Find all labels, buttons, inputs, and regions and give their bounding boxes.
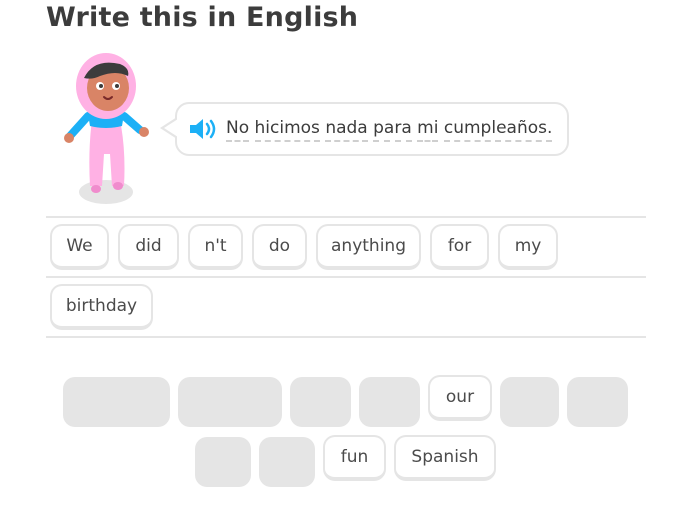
used-tile-slot xyxy=(359,377,420,427)
used-tile-slot xyxy=(178,377,282,427)
speaker-icon[interactable] xyxy=(188,117,218,141)
answer-line xyxy=(46,216,646,218)
prompt-word[interactable]: No xyxy=(226,118,250,142)
answer-area: We did n't do anything for my birthday xyxy=(46,216,646,338)
used-tile-slot xyxy=(195,437,251,487)
word-bank-tile[interactable]: fun xyxy=(323,435,386,481)
answer-line xyxy=(46,336,646,338)
answer-tile[interactable]: my xyxy=(498,224,558,270)
used-tile-slot xyxy=(63,377,170,427)
bubble-tail-inner xyxy=(164,119,178,137)
word-bank-tile[interactable]: Spanish xyxy=(394,435,496,481)
prompt-sentence: No hicimos nada para mi cumpleaños. xyxy=(226,118,553,142)
used-tile-slot xyxy=(500,377,559,427)
answer-tile[interactable]: birthday xyxy=(50,284,153,330)
prompt-word[interactable]: nada xyxy=(325,118,368,142)
prompt-word[interactable]: cumpleaños. xyxy=(443,118,553,142)
used-tile-slot xyxy=(259,437,315,487)
prompt-word[interactable]: hicimos xyxy=(254,118,320,142)
answer-tile[interactable]: for xyxy=(430,224,489,270)
word-bank-tile[interactable]: our xyxy=(428,375,492,421)
prompt-word[interactable]: mi xyxy=(417,118,439,142)
character-illustration xyxy=(64,53,149,204)
used-tile-slot xyxy=(567,377,628,427)
exercise-title: Write this in English xyxy=(46,2,359,33)
prompt-word[interactable]: para xyxy=(373,118,412,142)
answer-tile[interactable]: We xyxy=(50,224,109,270)
answer-tile[interactable]: anything xyxy=(316,224,421,270)
lesson-page: Write this in English No hicimos nada pa… xyxy=(0,0,676,513)
used-tile-slot xyxy=(290,377,351,427)
answer-tile[interactable]: do xyxy=(252,224,307,270)
answer-tile[interactable]: did xyxy=(118,224,179,270)
answer-tile[interactable]: n't xyxy=(188,224,243,270)
answer-line xyxy=(46,276,646,278)
